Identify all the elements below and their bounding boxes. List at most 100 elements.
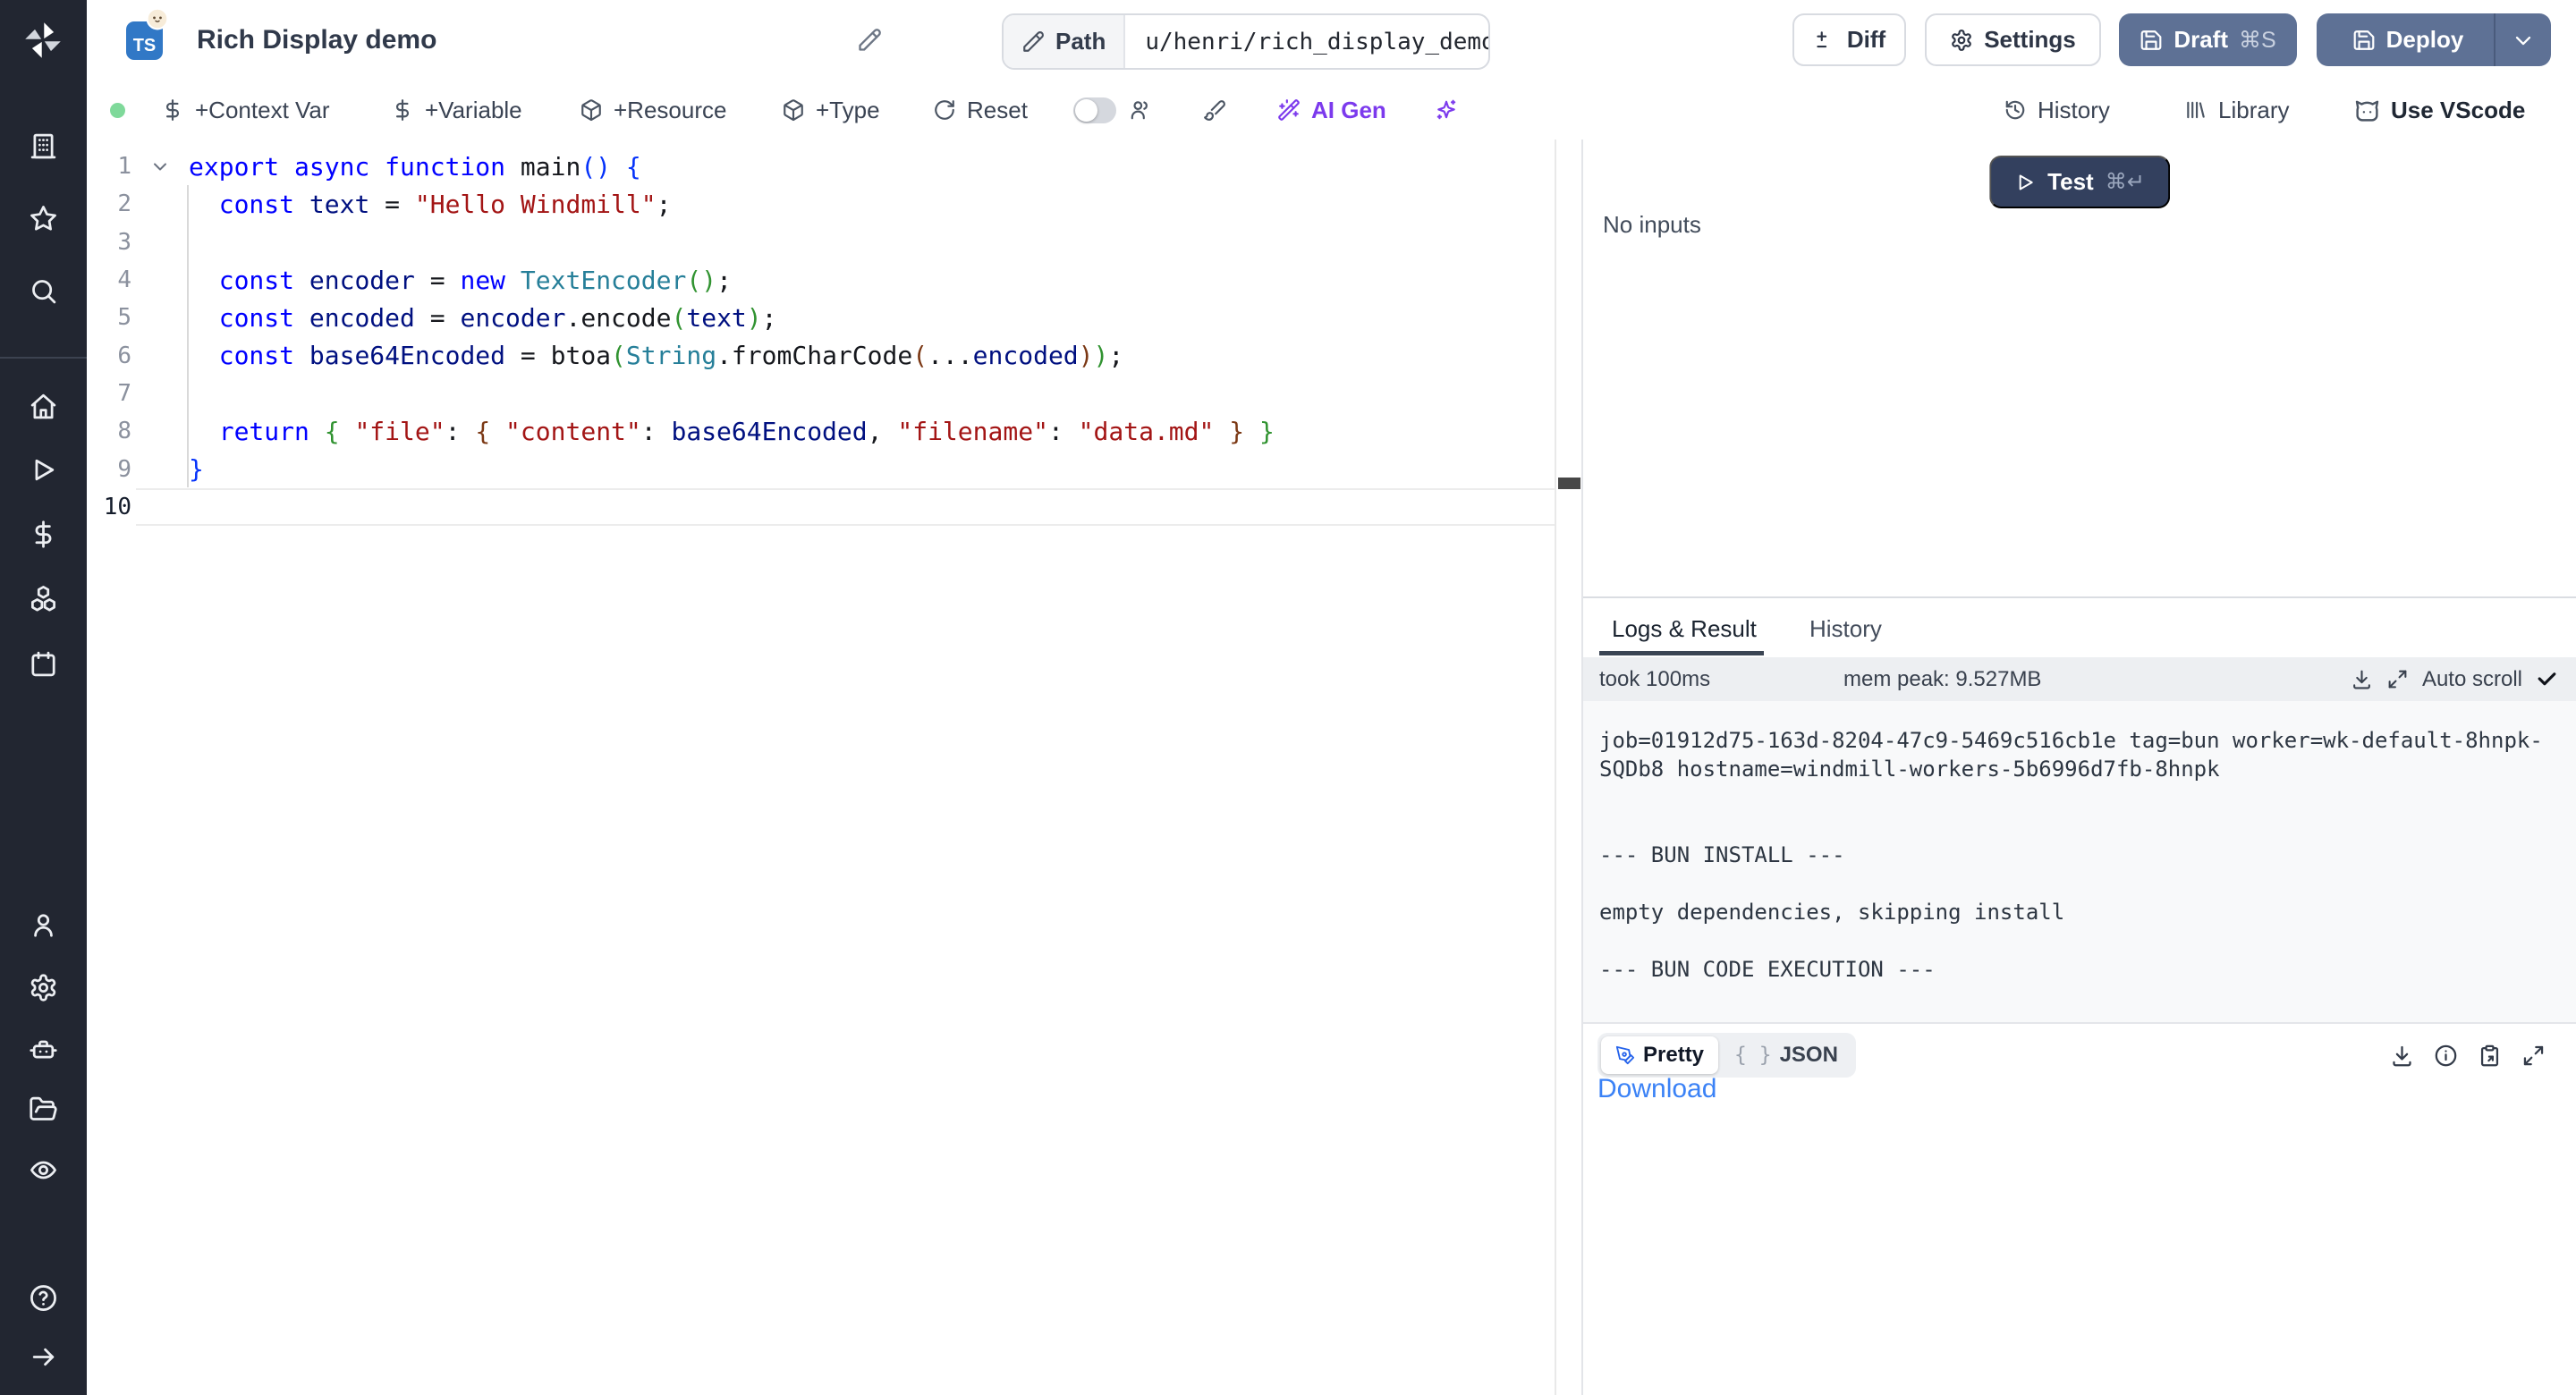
history-clock-icon	[2004, 98, 2027, 122]
code-line-5[interactable]: 5 const encoded = encoder.encode(text);	[87, 299, 1556, 336]
code-line-4[interactable]: 4 const encoder = new TextEncoder();	[87, 261, 1556, 299]
star-icon[interactable]	[29, 204, 58, 233]
auto-scroll-label[interactable]: Auto scroll	[2422, 667, 2522, 692]
run-duration: took 100ms	[1599, 667, 1710, 692]
play-icon[interactable]	[29, 455, 58, 485]
eye-icon[interactable]	[29, 1155, 58, 1185]
code-line-1[interactable]: 1export async function main() {	[87, 148, 1556, 185]
line-number: 7	[87, 380, 131, 407]
copy-result-icon[interactable]	[2478, 1044, 2502, 1068]
code-line-7[interactable]: 7	[87, 375, 1556, 412]
log-output[interactable]: job=01912d75-163d-8204-47c9-5469c516cb1e…	[1583, 701, 2576, 1022]
code-line-3[interactable]: 3	[87, 224, 1556, 261]
diff-button[interactable]: Diff	[1792, 13, 1906, 66]
result-tabs: Logs & Result History	[1583, 596, 2576, 659]
draft-save-button[interactable]: Draft ⌘S	[2119, 13, 2297, 66]
library-icon	[2184, 98, 2207, 122]
log-line: --- BUN CODE EXECUTION ---	[1599, 955, 2560, 984]
settings-button[interactable]: Settings	[1925, 13, 2101, 66]
expand-logs-icon[interactable]	[2386, 668, 2409, 690]
vscode-cat-icon	[2354, 97, 2380, 123]
refresh-icon	[933, 98, 956, 122]
line-number: 9	[87, 456, 131, 483]
home-icon[interactable]	[29, 392, 58, 421]
gear-icon	[1950, 29, 1973, 52]
code-line-6[interactable]: 6 const base64Encoded = btoa(String.from…	[87, 336, 1556, 374]
search-icon[interactable]	[29, 276, 58, 306]
robot-icon[interactable]	[29, 1034, 58, 1063]
folder-open-icon[interactable]	[29, 1095, 58, 1124]
multiplayer-button[interactable]	[1129, 80, 1152, 140]
use-vscode-button[interactable]: Use VScode	[2354, 80, 2525, 140]
ai-gen-button[interactable]: AI Gen	[1277, 80, 1386, 140]
format-brush-button[interactable]	[1203, 80, 1226, 140]
cubes-icon[interactable]	[29, 584, 58, 613]
add-variable-button[interactable]: +Variable	[391, 80, 522, 140]
download-result-icon[interactable]	[2390, 1044, 2414, 1068]
save-icon	[2140, 29, 2163, 52]
fold-chevron-icon[interactable]	[131, 156, 189, 177]
add-resource-button[interactable]: +Resource	[580, 80, 726, 140]
download-logs-icon[interactable]	[2351, 668, 2373, 690]
path-button[interactable]: Path u/henri/rich_display_demo	[1002, 13, 1490, 70]
code-line-10[interactable]: 10	[87, 488, 1556, 526]
code-text: const base64Encoded = btoa(String.fromCh…	[189, 341, 1123, 370]
edit-summary-pencil-icon[interactable]	[857, 28, 882, 53]
log-line	[1599, 926, 2560, 955]
indent-guide	[187, 185, 189, 487]
reset-button[interactable]: Reset	[933, 80, 1028, 140]
deploy-button[interactable]: Deploy	[2317, 13, 2551, 66]
tab-history[interactable]: History	[1809, 598, 1882, 659]
pretty-view-button[interactable]: Pretty	[1601, 1036, 1718, 1074]
bun-runtime-icon	[146, 7, 169, 30]
dollar-icon[interactable]	[29, 520, 58, 549]
info-icon[interactable]	[2434, 1044, 2458, 1068]
brush-icon	[1203, 98, 1226, 122]
no-inputs-label: No inputs	[1603, 211, 1701, 239]
result-section: Pretty { } JSON Download	[1583, 1022, 2576, 1395]
arrow-right-icon[interactable]	[29, 1342, 58, 1372]
page-title: Rich Display demo	[197, 0, 436, 80]
line-number: 2	[87, 190, 131, 217]
history-button[interactable]: History	[2004, 80, 2110, 140]
expand-result-icon[interactable]	[2521, 1044, 2546, 1068]
gear-icon[interactable]	[29, 973, 58, 1002]
user-icon[interactable]	[29, 910, 58, 940]
add-type-button[interactable]: +Type	[782, 80, 880, 140]
add-context-var-button[interactable]: +Context Var	[161, 80, 330, 140]
deploy-dropdown-button[interactable]	[2494, 13, 2551, 66]
test-run-button[interactable]: Test ⌘↵	[1989, 156, 2170, 208]
building-icon[interactable]	[29, 131, 58, 161]
help-circle-icon[interactable]	[29, 1283, 58, 1313]
log-line: --- BUN INSTALL ---	[1599, 841, 2560, 869]
code-line-2[interactable]: 2 const text = "Hello Windmill";	[87, 185, 1556, 223]
ai-sparkles-button[interactable]	[1435, 80, 1458, 140]
code-editor[interactable]: 1export async function main() {2 const t…	[87, 140, 1581, 1395]
left-sidebar	[0, 0, 87, 1395]
check-icon[interactable]	[2536, 668, 2558, 690]
editor-scrollbar[interactable]	[1555, 140, 1581, 1395]
pen-nib-icon	[1615, 1045, 1635, 1065]
collab-toggle[interactable]	[1073, 80, 1116, 140]
result-download-link[interactable]: Download	[1597, 1074, 1716, 1104]
top-header: TS Rich Display demo Path u/henri/rich_d…	[87, 0, 2576, 80]
code-line-8[interactable]: 8 return { "file": { "content": base64En…	[87, 412, 1556, 450]
log-line: job=01912d75-163d-8204-47c9-5469c516cb1e…	[1599, 726, 2560, 755]
log-line	[1599, 812, 2560, 841]
line-number: 3	[87, 229, 131, 256]
log-line: SQDb8 hostname=windmill-workers-5b6996d7…	[1599, 755, 2560, 783]
edit-path-pencil-icon	[1021, 30, 1045, 54]
code-line-9[interactable]: 9}	[87, 450, 1556, 487]
tab-logs-and-result[interactable]: Logs & Result	[1612, 598, 1757, 659]
windmill-script-editor: TS Rich Display demo Path u/henri/rich_d…	[0, 0, 2576, 1395]
toggle-switch[interactable]	[1073, 97, 1116, 123]
json-view-button[interactable]: { } JSON	[1720, 1036, 1852, 1074]
log-line	[1599, 783, 2560, 812]
code-text: return { "file": { "content": base64Enco…	[189, 417, 1275, 446]
calendar-icon[interactable]	[29, 649, 58, 679]
line-number: 6	[87, 342, 131, 369]
windmill-logo-icon[interactable]	[23, 21, 63, 60]
code-text: export async function main() {	[189, 152, 641, 182]
library-button[interactable]: Library	[2184, 80, 2289, 140]
inputs-section: Test ⌘↵ No inputs	[1583, 140, 2576, 596]
